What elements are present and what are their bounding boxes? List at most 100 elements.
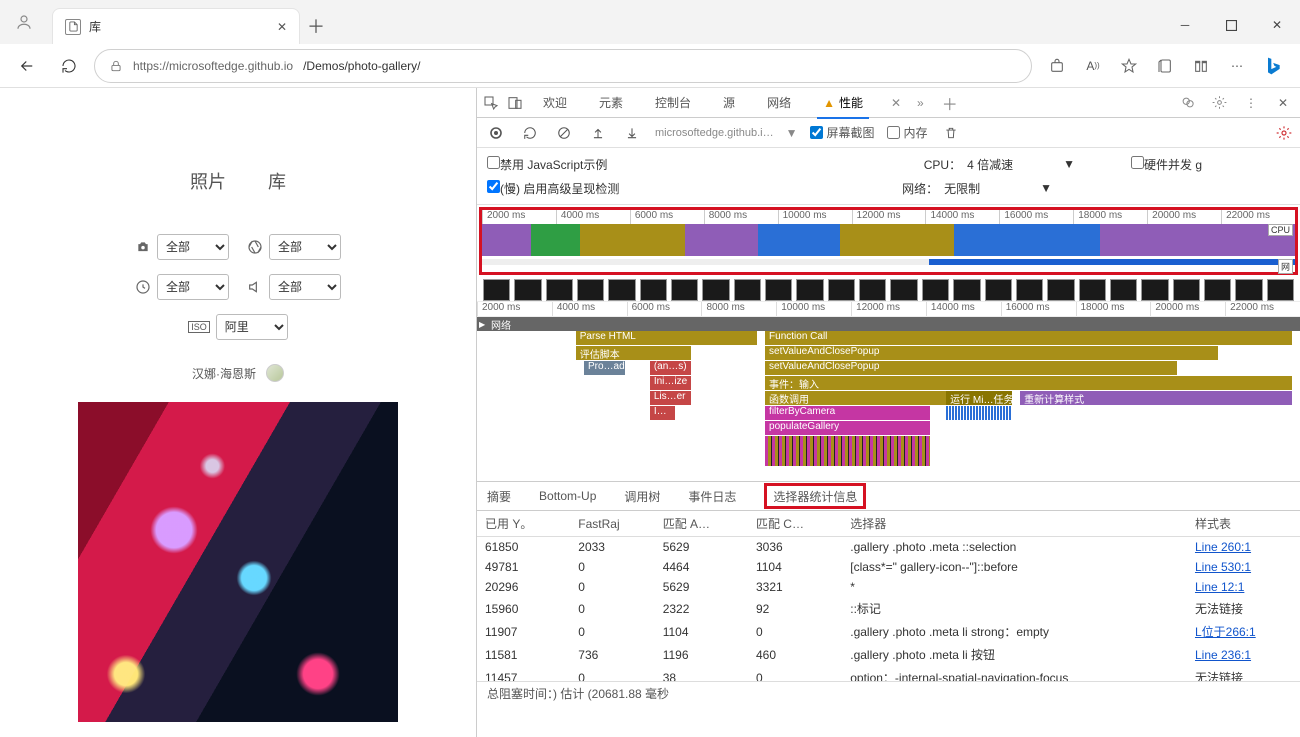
flame-bar[interactable]: Ini…ize [650, 376, 691, 390]
tab-close-icon[interactable]: ✕ [883, 96, 909, 110]
advanced-paint-checkbox[interactable]: (慢) 启用高级呈现检测 [487, 180, 619, 197]
th-elapsed[interactable]: 已用 Y。 [477, 511, 570, 537]
inspect-icon[interactable] [483, 95, 499, 111]
flame-bar[interactable] [765, 436, 930, 466]
flame-chart[interactable]: Parse HTML 评估脚本 Pro…ad (an…s) Ini…ize Li… [477, 331, 1300, 481]
filter-exposure-select[interactable]: 全部 [157, 274, 229, 300]
extensions-icon[interactable] [1184, 49, 1218, 83]
table-row[interactable]: 11907011040.gallery .photo .meta li stro… [477, 620, 1300, 643]
read-aloud-icon[interactable]: A)) [1076, 49, 1110, 83]
disable-js-checkbox[interactable]: 禁用 JavaScript示例 [487, 156, 607, 173]
overview-timeline[interactable]: 2000 ms4000 ms6000 ms8000 ms10000 ms1200… [479, 207, 1298, 275]
detail-tab-bottomup[interactable]: Bottom-Up [539, 481, 596, 511]
tab-elements[interactable]: 元素 [587, 88, 635, 118]
back-button[interactable] [10, 49, 44, 83]
hw-concurrency-checkbox[interactable]: 硬件并发 g [1131, 156, 1202, 173]
filter-iso-select[interactable]: 阿里 [216, 314, 288, 340]
flame-bar[interactable]: 评估脚本 [576, 346, 691, 360]
table-row[interactable]: 49781044641104[class*=" gallery-icon--"]… [477, 557, 1300, 577]
window-minimize-button[interactable]: ─ [1162, 6, 1208, 44]
network-throttle-select[interactable]: 网络：无限制▼ [902, 180, 1052, 197]
filter-camera-select[interactable]: 全部 [157, 234, 229, 260]
tab-close-icon[interactable]: ✕ [277, 20, 287, 34]
flame-bar[interactable]: Parse HTML [576, 331, 757, 345]
flame-bar[interactable]: Lis…er [650, 391, 691, 405]
filter-focal-select[interactable]: 全部 [269, 274, 341, 300]
tabs-more-icon[interactable]: » [917, 96, 924, 110]
tab-console[interactable]: 控制台 [643, 88, 703, 118]
window-close-button[interactable]: ✕ [1254, 6, 1300, 44]
screenshots-checkbox[interactable]: 屏幕截图 [810, 124, 875, 141]
shopping-icon[interactable] [1040, 49, 1074, 83]
flame-bar[interactable] [946, 406, 1012, 420]
window-maximize-button[interactable] [1208, 6, 1254, 44]
tab-performance[interactable]: ▲性能 [811, 88, 875, 118]
cpu-throttle-select[interactable]: CPU：4 倍减速▼ [924, 156, 1075, 173]
collections-icon[interactable] [1148, 49, 1182, 83]
flame-bar[interactable]: Function Call [765, 331, 1292, 345]
download-button[interactable] [621, 122, 643, 144]
filter-aperture-select[interactable]: 全部 [269, 234, 341, 260]
url-dropdown-icon[interactable]: ▼ [786, 126, 798, 140]
flame-bar[interactable]: setValueAndClosePopup [765, 361, 1177, 375]
tab-network[interactable]: 网络 [755, 88, 803, 118]
address-bar[interactable]: https://microsoftedge.github.io/Demos/ph… [94, 49, 1032, 83]
flame-bar[interactable]: 函数调用 [765, 391, 946, 405]
memory-checkbox[interactable]: 内存 [887, 124, 928, 141]
capture-settings-icon[interactable] [1276, 125, 1292, 141]
flame-bar[interactable]: 事件：输入 [765, 376, 1292, 390]
device-icon[interactable] [507, 95, 523, 111]
refresh-button[interactable] [52, 49, 86, 83]
more-icon[interactable]: ⋯ [1220, 49, 1254, 83]
table-row[interactable]: 115817361196460.gallery .photo .meta li … [477, 643, 1300, 666]
table-row[interactable]: 114570380option：-internal-spatial-naviga… [477, 666, 1300, 681]
th-fastraj[interactable]: FastRaj [570, 511, 654, 537]
filmstrip[interactable] [477, 279, 1300, 301]
flame-bar[interactable]: populateGallery [765, 421, 930, 435]
th-stylesheet[interactable]: 样式表 [1187, 511, 1300, 537]
flame-bar[interactable]: 重新计算样式 [1020, 391, 1292, 405]
flame-bar[interactable]: Pro…ad [584, 361, 625, 375]
delete-button[interactable] [940, 122, 962, 144]
detail-tab-summary[interactable]: 摘要 [487, 481, 511, 511]
flame-bar[interactable]: I… [650, 406, 675, 420]
reload-record-button[interactable] [519, 122, 541, 144]
bing-icon[interactable] [1256, 49, 1290, 83]
cpu-label: CPU [1268, 224, 1293, 236]
profile-icon[interactable] [0, 0, 48, 44]
clear-button[interactable] [553, 122, 575, 144]
footer-status: 总阻塞时间：) 估计 (20681.88 毫秒 [477, 681, 1300, 705]
browser-tab[interactable]: 库 ✕ [52, 8, 300, 44]
flame-bar[interactable]: setValueAndClosePopup [765, 346, 1218, 360]
toolbar-url[interactable]: microsoftedge.github.i… [655, 127, 774, 139]
favorite-icon[interactable] [1112, 49, 1146, 83]
tab-add-icon[interactable]: ＋ [932, 91, 968, 115]
tab-welcome[interactable]: 欢迎 [531, 88, 579, 118]
detail-tab-eventlog[interactable]: 事件日志 [688, 481, 736, 511]
table-row[interactable]: 159600232292::标记无法链接 [477, 597, 1300, 620]
page-tab-library[interactable]: 库 [268, 168, 286, 194]
flame-bar[interactable]: (an…s) [650, 361, 691, 375]
detail-tab-selector-stats[interactable]: 选择器统计信息 [764, 483, 866, 509]
record-button[interactable] [485, 122, 507, 144]
th-matcha[interactable]: 匹配 A… [655, 511, 748, 537]
flame-bar[interactable]: filterByCamera [765, 406, 930, 420]
settings-icon[interactable] [1208, 92, 1230, 114]
devtools-more-icon[interactable]: ⋮ [1240, 92, 1262, 114]
page-tab-photos[interactable]: 照片 [190, 168, 226, 194]
url-path: /Demos/photo-gallery/ [303, 59, 420, 73]
network-row[interactable]: 网络 [477, 317, 1300, 331]
detail-tab-calltree[interactable]: 调用树 [624, 481, 660, 511]
upload-button[interactable] [587, 122, 609, 144]
table-row[interactable]: 20296056293321*Line 12:1 [477, 577, 1300, 597]
flame-bar[interactable]: 运行 Mi…任务 [946, 391, 1012, 405]
th-matchc[interactable]: 匹配 C… [748, 511, 842, 537]
tab-sources[interactable]: 源 [711, 88, 747, 118]
selector-stats-table[interactable]: 已用 Y。 FastRaj 匹配 A… 匹配 C… 选择器 样式表 618502… [477, 511, 1300, 681]
devtools-close-icon[interactable]: ✕ [1272, 92, 1294, 114]
new-tab-button[interactable]: ＋ [300, 8, 332, 44]
feedback-icon[interactable] [1176, 92, 1198, 114]
table-row[interactable]: 61850203356293036.gallery .photo .meta :… [477, 537, 1300, 558]
th-selector[interactable]: 选择器 [842, 511, 1187, 537]
gallery-photo[interactable] [78, 402, 398, 722]
